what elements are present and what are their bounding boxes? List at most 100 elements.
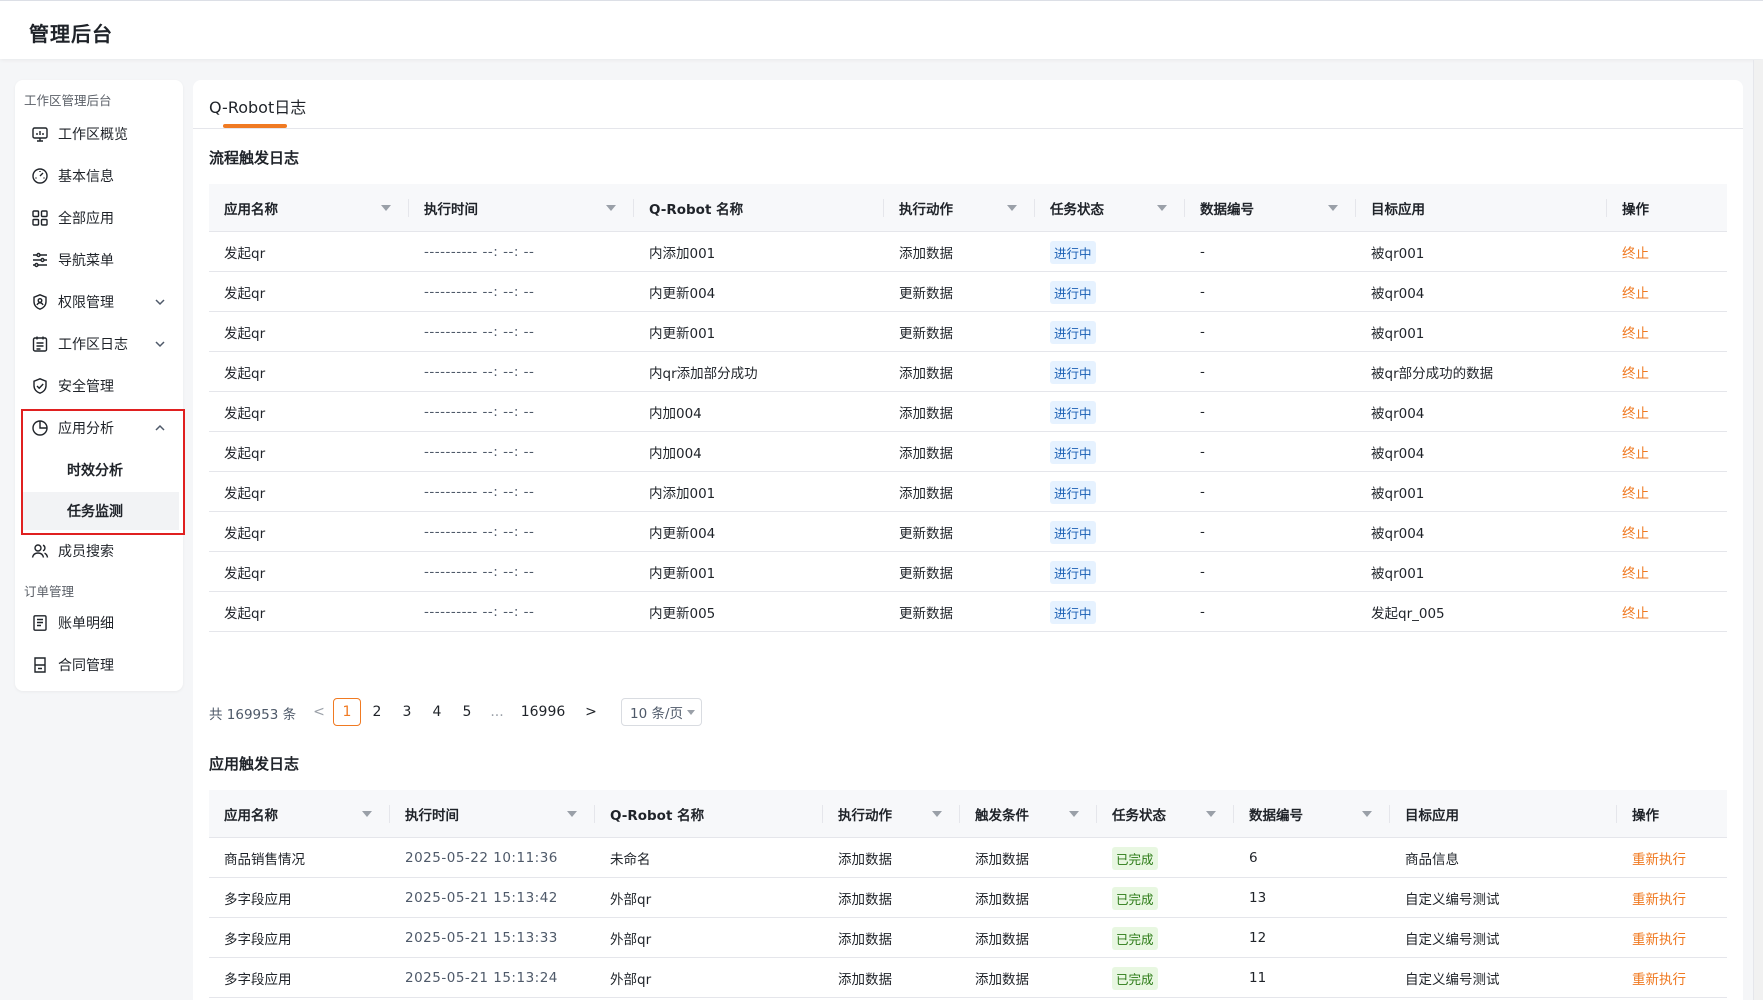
sidebar-item-label: 工作区概览 (58, 127, 128, 143)
column-header-target: 目标应用 (1390, 790, 1617, 838)
cell-app: 多字段应用 (224, 892, 292, 908)
pagination-page-5[interactable]: 5 (453, 698, 481, 726)
cell-robot: 内更新004 (649, 526, 716, 542)
tab-qrobot-log[interactable]: Q-Robot日志 (209, 94, 306, 118)
page-size-select[interactable]: 10 条/页 (621, 698, 702, 726)
pagination-total: 共 169953 条 (209, 707, 297, 723)
table-row: 发起qr ---------- --: --: -- 内更新004 更新数据 进行中 - 被… (209, 512, 1727, 552)
column-header-status[interactable]: 任务状态 (1035, 184, 1185, 232)
cell-data-no: - (1200, 404, 1205, 420)
rerun-button[interactable]: 重新执行 (1632, 888, 1686, 908)
cell-data-no: 13 (1249, 890, 1267, 906)
cell-time: ---------- --: --: -- (424, 404, 535, 420)
cell-status: 进行中 (1035, 512, 1185, 552)
table-row: 多字段应用 2025-05-21 15:13:33 外部qr 添加数据 添加数据 已完成 1… (209, 918, 1727, 958)
sidebar-item-security[interactable]: 安全管理 (15, 368, 183, 404)
dashboard-gauge-icon (31, 167, 49, 185)
sidebar-item-basic-info[interactable]: 基本信息 (15, 158, 183, 194)
cell-app: 发起qr (224, 566, 266, 582)
page-scrollbar[interactable] (1753, 60, 1763, 1000)
sidebar-subitem-task-monitor[interactable]: 任务监测 (22, 492, 179, 530)
pagination-prev-icon[interactable]: < (305, 698, 333, 726)
table-row: 商品销售情况 2025-05-22 10:11:36 未命名 添加数据 添加数据 已完成 6… (209, 838, 1727, 878)
cell-action: 更新数据 (899, 286, 953, 302)
pagination-next-icon[interactable]: > (577, 698, 605, 726)
sidebar-item-member-search[interactable]: 成员搜索 (15, 533, 183, 569)
sort-caret-icon (362, 811, 372, 817)
status-badge: 进行中 (1050, 600, 1096, 624)
pagination-page-3[interactable]: 3 (393, 698, 421, 726)
cell-app: 发起qr (224, 286, 266, 302)
table-row: 发起qr ---------- --: --: -- 内添加001 添加数据 进行中 - 被… (209, 472, 1727, 512)
terminate-button[interactable]: 终止 (1622, 282, 1649, 302)
rerun-button[interactable]: 重新执行 (1632, 848, 1686, 868)
column-header-op: 操作 (1622, 202, 1649, 218)
sidebar-item-permissions[interactable]: 权限管理 (15, 284, 183, 320)
column-header-status[interactable]: 任务状态 (1097, 790, 1234, 838)
table-row: 发起qr ---------- --: --: -- 内加004 添加数据 进行中 - 被q… (209, 432, 1727, 472)
cell-op: 终止 (1607, 352, 1727, 392)
sidebar-item-overview[interactable]: 工作区概览 (15, 116, 183, 152)
column-header-target: 目标应用 (1356, 184, 1607, 232)
terminate-button[interactable]: 终止 (1622, 602, 1649, 622)
cell-robot: 外部qr (610, 892, 652, 908)
sidebar-item-label: 工作区日志 (58, 337, 128, 353)
terminate-button[interactable]: 终止 (1622, 522, 1649, 542)
pagination-page-4[interactable]: 4 (423, 698, 451, 726)
column-header-data-no[interactable]: 数据编号 (1234, 790, 1390, 838)
column-header-data-no[interactable]: 数据编号 (1185, 184, 1356, 232)
cell-robot: 内加004 (649, 446, 702, 462)
cell-op: 终止 (1607, 592, 1727, 632)
cell-status: 进行中 (1035, 552, 1185, 592)
rerun-button[interactable]: 重新执行 (1632, 968, 1686, 988)
column-header-trigger[interactable]: 触发条件 (960, 790, 1097, 838)
terminate-button[interactable]: 终止 (1622, 242, 1649, 262)
pagination-page-2[interactable]: 2 (363, 698, 391, 726)
table-row: 发起qr ---------- --: --: -- 内添加001 添加数据 进行中 - 被… (209, 232, 1727, 272)
sidebar-item-app-analysis[interactable]: 应用分析 (15, 410, 183, 446)
terminate-button[interactable]: 终止 (1622, 562, 1649, 582)
status-badge: 已完成 (1112, 886, 1158, 910)
column-header-app[interactable]: 应用名称 (209, 790, 390, 838)
cell-op: 终止 (1607, 272, 1727, 312)
cell-action: 更新数据 (899, 566, 953, 582)
chevron-down-icon[interactable] (153, 295, 167, 309)
column-header-time[interactable]: 执行时间 (409, 184, 634, 232)
pagination-page-last[interactable]: 16996 (513, 698, 573, 726)
sidebar-item-nav-menu[interactable]: 导航菜单 (15, 242, 183, 278)
sidebar-item-label: 应用分析 (58, 421, 114, 437)
cell-op: 重新执行 (1617, 918, 1727, 958)
rerun-button[interactable]: 重新执行 (1632, 928, 1686, 948)
users-icon (31, 542, 49, 560)
cell-target: 被qr001 (1371, 566, 1425, 582)
chevron-down-icon[interactable] (153, 337, 167, 351)
terminate-button[interactable]: 终止 (1622, 322, 1649, 342)
terminate-button[interactable]: 终止 (1622, 402, 1649, 422)
sidebar-subitem-timeliness[interactable]: 时效分析 (22, 451, 179, 489)
column-header-app[interactable]: 应用名称 (209, 184, 409, 232)
cell-action: 添加数据 (899, 366, 953, 382)
column-header-time[interactable]: 执行时间 (390, 790, 595, 838)
shield-user-icon (31, 293, 49, 311)
column-header-action[interactable]: 执行动作 (823, 790, 960, 838)
cell-action: 添加数据 (838, 932, 892, 948)
pagination-page-1[interactable]: 1 (333, 698, 361, 726)
cell-robot: 内更新001 (649, 326, 716, 342)
sidebar-item-workspace-log[interactable]: 工作区日志 (15, 326, 183, 362)
sidebar-item-all-apps[interactable]: 全部应用 (15, 200, 183, 236)
terminate-button[interactable]: 终止 (1622, 482, 1649, 502)
page-size-value: 10 条/页 (630, 706, 684, 722)
cell-op: 终止 (1607, 392, 1727, 432)
terminate-button[interactable]: 终止 (1622, 362, 1649, 382)
cell-robot: 内qr添加部分成功 (649, 366, 758, 382)
sidebar-item-contracts[interactable]: 合同管理 (15, 647, 183, 683)
cell-data-no: 11 (1249, 970, 1267, 986)
cell-app: 多字段应用 (224, 932, 292, 948)
terminate-button[interactable]: 终止 (1622, 442, 1649, 462)
cell-time: 2025-05-21 15:13:42 (405, 890, 558, 906)
cell-action: 添加数据 (899, 446, 953, 462)
sidebar-item-bills[interactable]: 账单明细 (15, 605, 183, 641)
pagination-ellipsis[interactable]: ... (483, 698, 511, 726)
column-header-action[interactable]: 执行动作 (884, 184, 1035, 232)
chevron-up-icon[interactable] (153, 421, 167, 435)
